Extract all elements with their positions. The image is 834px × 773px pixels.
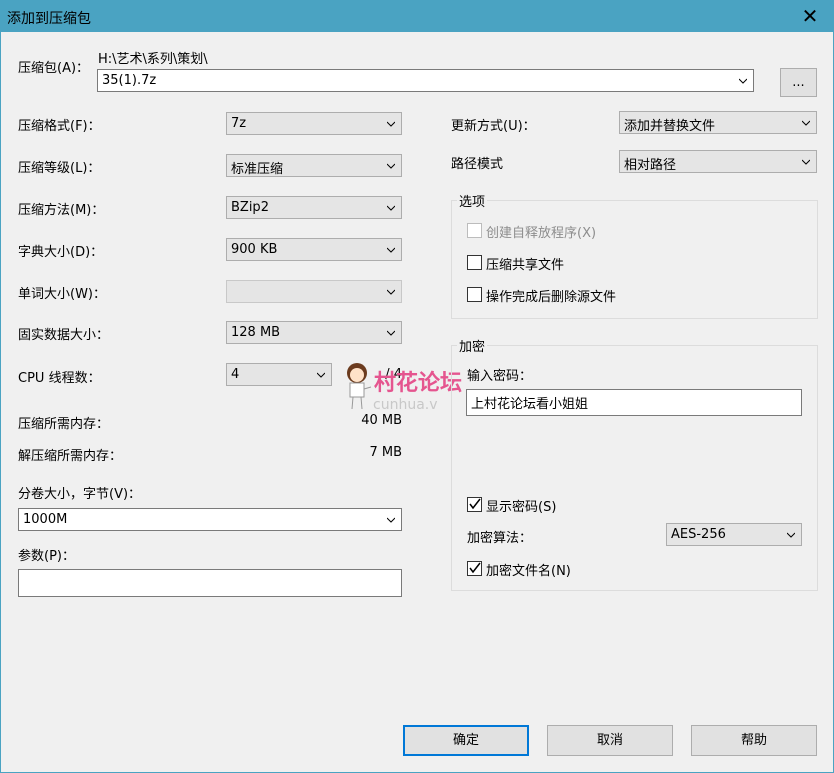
update-mode-select[interactable]: 添加并替换文件: [619, 111, 817, 134]
format-value: 7z: [231, 116, 247, 131]
mascot-icon: [347, 363, 372, 410]
dictionary-value: 900 KB: [231, 242, 278, 257]
chevron-down-icon: [387, 121, 395, 127]
sfx-label: 创建自释放程序(X): [486, 226, 597, 241]
chevron-down-icon: [387, 330, 395, 336]
delete-after-label: 操作完成后删除源文件: [486, 290, 617, 305]
encryption-group-title: 加密: [457, 336, 488, 355]
volume-size-combo[interactable]: 1000M: [18, 508, 402, 531]
solid-block-value: 128 MB: [231, 325, 281, 340]
cpu-threads-value: 4: [231, 367, 240, 382]
update-mode-label: 更新方式(U)：: [451, 119, 536, 134]
password-value: 上村花论坛看小姐姐: [471, 397, 589, 412]
solid-block-select[interactable]: 128 MB: [226, 321, 402, 344]
format-select[interactable]: 7z: [226, 112, 402, 135]
shared-files-checkbox[interactable]: [467, 255, 482, 270]
delete-after-checkbox[interactable]: [467, 287, 482, 302]
level-value: 标准压缩: [231, 162, 284, 177]
show-password-checkbox[interactable]: [467, 497, 482, 512]
chevron-down-icon: [787, 532, 795, 538]
update-mode-value: 添加并替换文件: [624, 119, 716, 134]
decompress-memory-value: 7 MB: [369, 445, 402, 460]
algorithm-select[interactable]: AES-256: [666, 523, 802, 546]
chevron-down-icon: [802, 159, 810, 165]
algorithm-label: 加密算法：: [467, 531, 533, 546]
method-label: 压缩方法(M)：: [18, 203, 105, 218]
path-mode-value: 相对路径: [624, 158, 677, 173]
options-group-title: 选项: [457, 191, 488, 210]
help-button[interactable]: 帮助: [691, 725, 817, 756]
cpu-threads-select[interactable]: 4: [226, 363, 332, 386]
chevron-down-icon: [387, 247, 395, 253]
browse-button[interactable]: ...: [780, 68, 817, 97]
password-input[interactable]: 上村花论坛看小姐姐: [466, 389, 802, 416]
parameters-label: 参数(P)：: [18, 549, 75, 564]
window-title: 添加到压缩包: [7, 11, 91, 27]
archive-label: 压缩包(A)：: [18, 61, 90, 76]
title-bar: 添加到压缩包 ✕: [1, 1, 833, 32]
path-mode-label: 路径模式: [451, 157, 504, 172]
algorithm-value: AES-256: [671, 527, 726, 542]
volume-size-label: 分卷大小，字节(V)：: [18, 487, 142, 502]
parameters-input[interactable]: [18, 569, 402, 597]
ok-button[interactable]: 确定: [403, 725, 529, 756]
chevron-down-icon: [802, 120, 810, 126]
compress-memory-label: 压缩所需内存：: [18, 417, 110, 432]
shared-files-label: 压缩共享文件: [486, 258, 565, 273]
dictionary-select[interactable]: 900 KB: [226, 238, 402, 261]
word-size-label: 单词大小(W)：: [18, 287, 106, 302]
archive-name-value: 35(1).7z: [102, 73, 157, 88]
chevron-down-icon: [317, 372, 325, 378]
watermark-subtext: cunhua.v: [373, 397, 438, 413]
level-select[interactable]: 标准压缩: [226, 154, 402, 177]
encrypt-names-label: 加密文件名(N): [486, 564, 571, 579]
chevron-down-icon: [387, 289, 395, 295]
chevron-down-icon: [739, 78, 747, 84]
decompress-memory-label: 解压缩所需内存：: [18, 449, 123, 464]
show-password-label: 显示密码(S): [486, 500, 557, 515]
solid-block-label: 固实数据大小：: [18, 328, 110, 343]
add-to-archive-dialog: 添加到压缩包 ✕ 压缩包(A)： H:\艺术\系列\策划\ 35(1).7z .…: [0, 0, 834, 773]
checkmark-icon: [469, 562, 481, 574]
archive-name-combo[interactable]: 35(1).7z: [97, 69, 754, 92]
format-label: 压缩格式(F)：: [18, 119, 101, 134]
chevron-down-icon: [387, 517, 395, 523]
dictionary-label: 字典大小(D)：: [18, 245, 104, 260]
volume-size-value: 1000M: [23, 512, 68, 527]
sfx-checkbox[interactable]: [467, 223, 482, 238]
chevron-down-icon: [387, 163, 395, 169]
method-value: BZip2: [231, 200, 269, 215]
checkmark-icon: [469, 498, 481, 510]
watermark-text: 村花论坛: [374, 371, 463, 396]
chevron-down-icon: [387, 205, 395, 211]
cpu-threads-label: CPU 线程数：: [18, 371, 101, 386]
encrypt-names-checkbox[interactable]: [467, 561, 482, 576]
path-mode-select[interactable]: 相对路径: [619, 150, 817, 173]
cancel-button[interactable]: 取消: [547, 725, 673, 756]
close-icon[interactable]: ✕: [787, 1, 833, 32]
password-label: 输入密码：: [467, 369, 533, 384]
method-select[interactable]: BZip2: [226, 196, 402, 219]
archive-path-prefix: H:\艺术\系列\策划\: [98, 52, 208, 67]
word-size-select[interactable]: [226, 280, 402, 303]
level-label: 压缩等级(L)：: [18, 161, 101, 176]
